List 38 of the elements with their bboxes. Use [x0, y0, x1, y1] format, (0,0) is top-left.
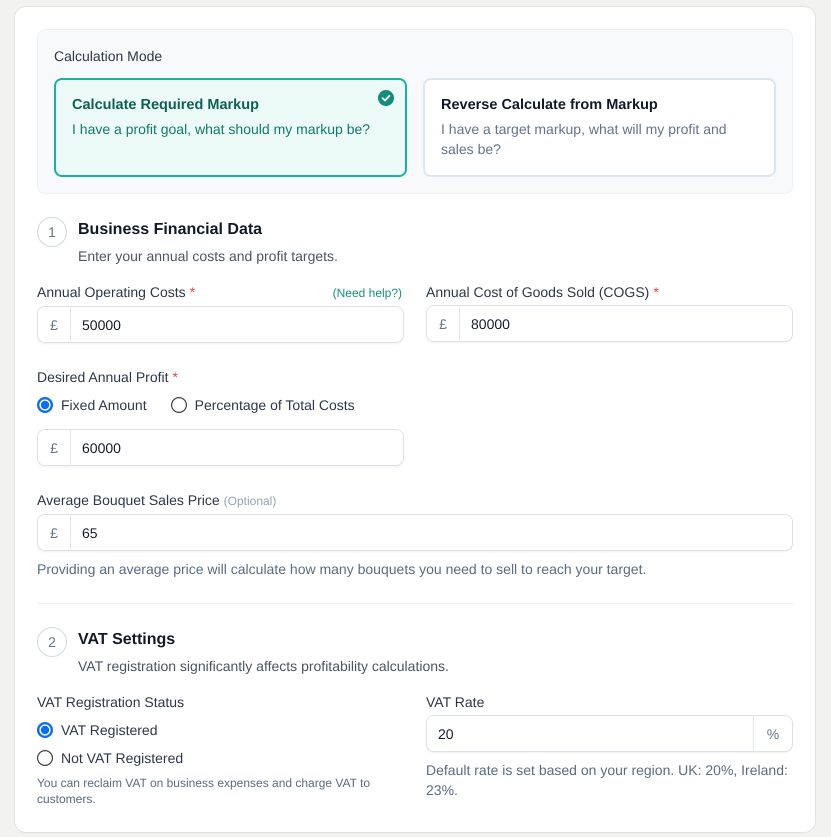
amount-input[interactable]: 60000 — [71, 429, 404, 466]
help-text: Default rate is set based on your region. UK: 20%, Ireland: 23%. — [426, 761, 789, 800]
field-label: Annual Operating Costs — [37, 283, 186, 302]
mode-option-card[interactable]: Reverse Calculate from Markup I have a target markup, what will my profit and sales be? — [423, 78, 776, 177]
option-description: I have a profit goal, what should my markup be? — [72, 120, 370, 139]
section-title: VAT Settings — [78, 630, 176, 650]
percent-suffix: % — [753, 715, 793, 752]
option-title: Calculate Required Markup — [72, 96, 259, 115]
section-title: Business Financial Data — [78, 220, 264, 240]
help-link[interactable]: (Need help?) — [332, 283, 402, 303]
radio-option[interactable]: Percentage of Total Costs — [170, 395, 355, 415]
field-label: VAT Rate — [426, 693, 484, 712]
amount-input[interactable]: 20 — [426, 715, 753, 752]
amount-input[interactable]: 80000 — [460, 305, 793, 342]
amount-input[interactable]: 65 — [71, 514, 793, 551]
step-number: 1 — [37, 217, 67, 247]
field-label: VAT Registration Status — [37, 693, 184, 712]
step-number: 2 — [37, 627, 67, 657]
option-description: I have a target markup, what will my profit and sales be? — [441, 120, 728, 159]
radio-option[interactable]: Not VAT Registered — [37, 748, 184, 768]
amount-input[interactable]: 50000 — [71, 306, 404, 343]
field-label: Annual Cost of Goods Sold (COGS) — [426, 283, 650, 302]
optional-note: (Optional) — [224, 493, 276, 510]
field-label: Desired Annual Profit — [37, 368, 169, 387]
help-text: Providing an average price will calculate how many bouquets you need to sell to reach your target. — [37, 560, 648, 579]
radio-option[interactable]: VAT Registered — [37, 720, 158, 740]
mode-option-card[interactable]: Calculate Required Markup I have a profit goal, what should my markup be? — [54, 78, 407, 177]
mode-label: Calculation Mode — [54, 47, 164, 66]
field-label: Average Bouquet Sales Price — [37, 491, 220, 510]
help-text: You can reclaim VAT on business expenses and charge VAT to customers. — [37, 775, 372, 807]
section-description: VAT registration significantly affects profitability calculations. — [78, 657, 449, 676]
option-title: Reverse Calculate from Markup — [441, 96, 658, 115]
required-mark: * — [172, 368, 178, 387]
check-circle-icon — [378, 90, 394, 106]
section-description: Enter your annual costs and profit targets. — [78, 247, 338, 266]
required-mark: * — [653, 283, 659, 302]
radio-option[interactable]: Fixed Amount — [37, 395, 147, 415]
required-mark: * — [190, 283, 196, 302]
